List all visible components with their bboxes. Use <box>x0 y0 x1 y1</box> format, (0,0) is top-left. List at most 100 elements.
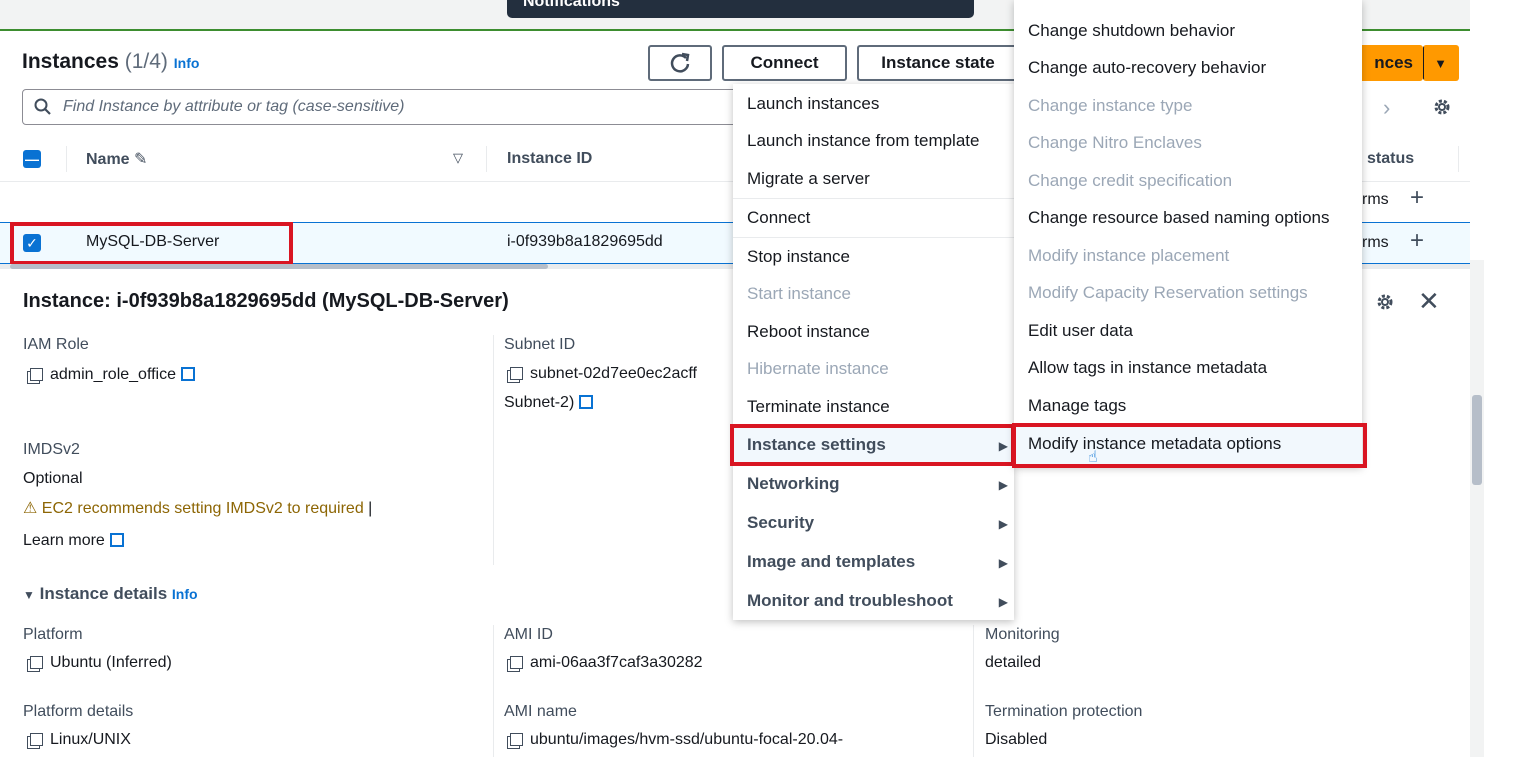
search-icon <box>34 98 51 115</box>
launch-dropdown-button[interactable]: ▼ <box>1423 45 1459 81</box>
platform-details-label: Platform details <box>23 703 134 720</box>
learn-more-link[interactable]: Learn more <box>23 531 124 550</box>
menu-item-migrate-server[interactable]: Migrate a server <box>733 169 1014 189</box>
termination-value: Disabled <box>985 731 1048 748</box>
copy-icon[interactable] <box>30 656 43 669</box>
ami-name-label: AMI name <box>504 703 577 720</box>
refresh-icon <box>670 52 690 73</box>
vertical-scrollbar[interactable] <box>1470 260 1484 757</box>
close-icon[interactable]: ✕ <box>1418 286 1440 317</box>
caret-down-icon: ▼ <box>23 588 35 602</box>
menu-item-modify-capacity-reservation: Modify Capacity Reservation settings <box>1028 283 1308 302</box>
subnet-label: Subnet ID <box>504 336 576 353</box>
scroll-thumb[interactable] <box>1472 395 1482 485</box>
add-alarm-icon[interactable]: + <box>1410 184 1424 212</box>
page-title: Instances (1/4) Info <box>22 50 200 73</box>
info-link[interactable]: Info <box>172 586 198 602</box>
iam-role-label: IAM Role <box>23 336 89 353</box>
imds-warning: ⚠ EC2 recommends setting IMDSv2 to requi… <box>23 500 373 517</box>
ami-id-link[interactable]: ami-06aa3f7caf3a30282 <box>510 654 703 672</box>
menu-item-launch-from-template[interactable]: Launch instance from template <box>733 131 1014 151</box>
menu-item-launch-instances[interactable]: Launch instances <box>733 94 1014 114</box>
external-link-icon <box>181 367 196 381</box>
termination-label: Termination protection <box>985 703 1143 720</box>
instance-state-button[interactable]: Instance state <box>857 45 1017 81</box>
column-instance-id[interactable]: Instance ID <box>507 150 592 168</box>
copy-icon[interactable] <box>510 656 523 669</box>
menu-item-connect[interactable]: Connect <box>733 208 1014 228</box>
copy-icon[interactable] <box>30 368 43 381</box>
menu-item-change-shutdown[interactable]: Change shutdown behavior <box>1014 21 1362 41</box>
subnet-link-cont[interactable]: Subnet-2) <box>504 393 594 412</box>
scroll-thumb[interactable] <box>10 264 548 269</box>
caret-down-icon: ▼ <box>1434 55 1447 71</box>
menu-item-manage-tags[interactable]: Manage tags <box>1014 396 1362 416</box>
column-divider <box>493 335 494 565</box>
connect-button[interactable]: Connect <box>722 45 847 81</box>
menu-item-stop-instance[interactable]: Stop instance <box>733 247 1014 267</box>
alarm-status-cell: rms <box>1362 191 1389 208</box>
subnet-link[interactable]: subnet-02d7ee0ec2acff <box>510 365 697 383</box>
sort-icon[interactable]: ▽ <box>453 150 463 166</box>
menu-divider <box>733 237 1014 238</box>
search-placeholder: Find Instance by attribute or tag (case-… <box>63 98 405 115</box>
menu-item-hibernate-instance: Hibernate instance <box>747 359 889 378</box>
menu-item-edit-user-data[interactable]: Edit user data <box>1014 321 1362 341</box>
external-link-icon <box>579 395 594 409</box>
alarm-status-cell: rms <box>1362 234 1389 251</box>
instance-settings-submenu: Change shutdown behavior Change auto-rec… <box>1014 0 1362 466</box>
imds-label: IMDSv2 <box>23 441 80 458</box>
notifications-title: Notifications <box>523 0 620 10</box>
external-link-icon <box>109 533 124 547</box>
next-page-icon[interactable]: › <box>1383 95 1390 121</box>
menu-item-terminate-instance[interactable]: Terminate instance <box>733 397 1014 417</box>
notifications-bar[interactable]: Notifications <box>507 0 974 18</box>
menu-item-image-templates[interactable]: Image and templates ▶ <box>733 552 1014 572</box>
menu-item-change-auto-recovery[interactable]: Change auto-recovery behavior <box>1014 58 1362 78</box>
caret-right-icon: ▶ <box>998 478 1008 492</box>
column-divider <box>1458 146 1459 172</box>
caret-right-icon: ▶ <box>998 556 1008 570</box>
imds-value: Optional <box>23 470 83 487</box>
column-divider <box>973 625 974 757</box>
copy-icon[interactable] <box>510 367 523 380</box>
caret-right-icon: ▶ <box>998 517 1008 531</box>
highlight-box <box>730 424 1015 466</box>
actions-menu: Launch instances Launch instance from te… <box>733 84 1014 620</box>
platform-label: Platform <box>23 626 83 643</box>
add-alarm-icon[interactable]: + <box>1410 227 1424 255</box>
menu-item-allow-tags-metadata[interactable]: Allow tags in instance metadata <box>1014 358 1362 378</box>
menu-item-networking[interactable]: Networking ▶ <box>733 474 1014 494</box>
search-input[interactable]: Find Instance by attribute or tag (case-… <box>22 89 752 125</box>
ami-name-value: ubuntu/images/hvm-ssd/ubuntu-focal-20.04… <box>510 731 843 749</box>
selection-count: (1/4) <box>124 50 168 73</box>
menu-item-modify-placement: Modify instance placement <box>1028 246 1230 265</box>
column-divider <box>66 146 67 172</box>
menu-item-change-credit-spec: Change credit specification <box>1028 171 1233 190</box>
menu-item-reboot-instance[interactable]: Reboot instance <box>733 322 1014 342</box>
column-name[interactable]: Name ✎ <box>86 149 147 169</box>
column-divider <box>486 146 487 172</box>
info-link[interactable]: Info <box>174 55 200 71</box>
section-toggle[interactable]: ▼ Instance details Info <box>23 584 198 604</box>
details-title: Instance: i-0f939b8a1829695dd (MySQL-DB-… <box>23 290 509 312</box>
copy-icon[interactable] <box>30 733 43 746</box>
menu-item-change-nitro-enclaves: Change Nitro Enclaves <box>1028 133 1202 152</box>
instance-id-link[interactable]: i-0f939b8a1829695dd <box>507 233 663 251</box>
select-all-checkbox[interactable]: — <box>23 150 41 168</box>
platform-value: Ubuntu (Inferred) <box>30 654 172 672</box>
menu-item-monitor-troubleshoot[interactable]: Monitor and troubleshoot ▶ <box>733 591 1014 611</box>
edit-icon: ✎ <box>134 151 148 168</box>
refresh-button[interactable] <box>648 45 712 81</box>
highlight-box <box>10 222 293 265</box>
iam-role-link[interactable]: admin_role_office <box>30 365 196 384</box>
menu-item-change-naming-options[interactable]: Change resource based naming options <box>1014 208 1362 228</box>
copy-icon[interactable] <box>510 733 523 746</box>
platform-details-value: Linux/UNIX <box>30 731 131 749</box>
menu-item-security[interactable]: Security ▶ <box>733 513 1014 533</box>
column-status[interactable]: status <box>1367 150 1414 168</box>
caret-right-icon: ▶ <box>998 595 1008 609</box>
gear-icon[interactable] <box>1431 96 1453 118</box>
gear-icon[interactable] <box>1374 291 1396 313</box>
menu-divider <box>733 198 1014 199</box>
